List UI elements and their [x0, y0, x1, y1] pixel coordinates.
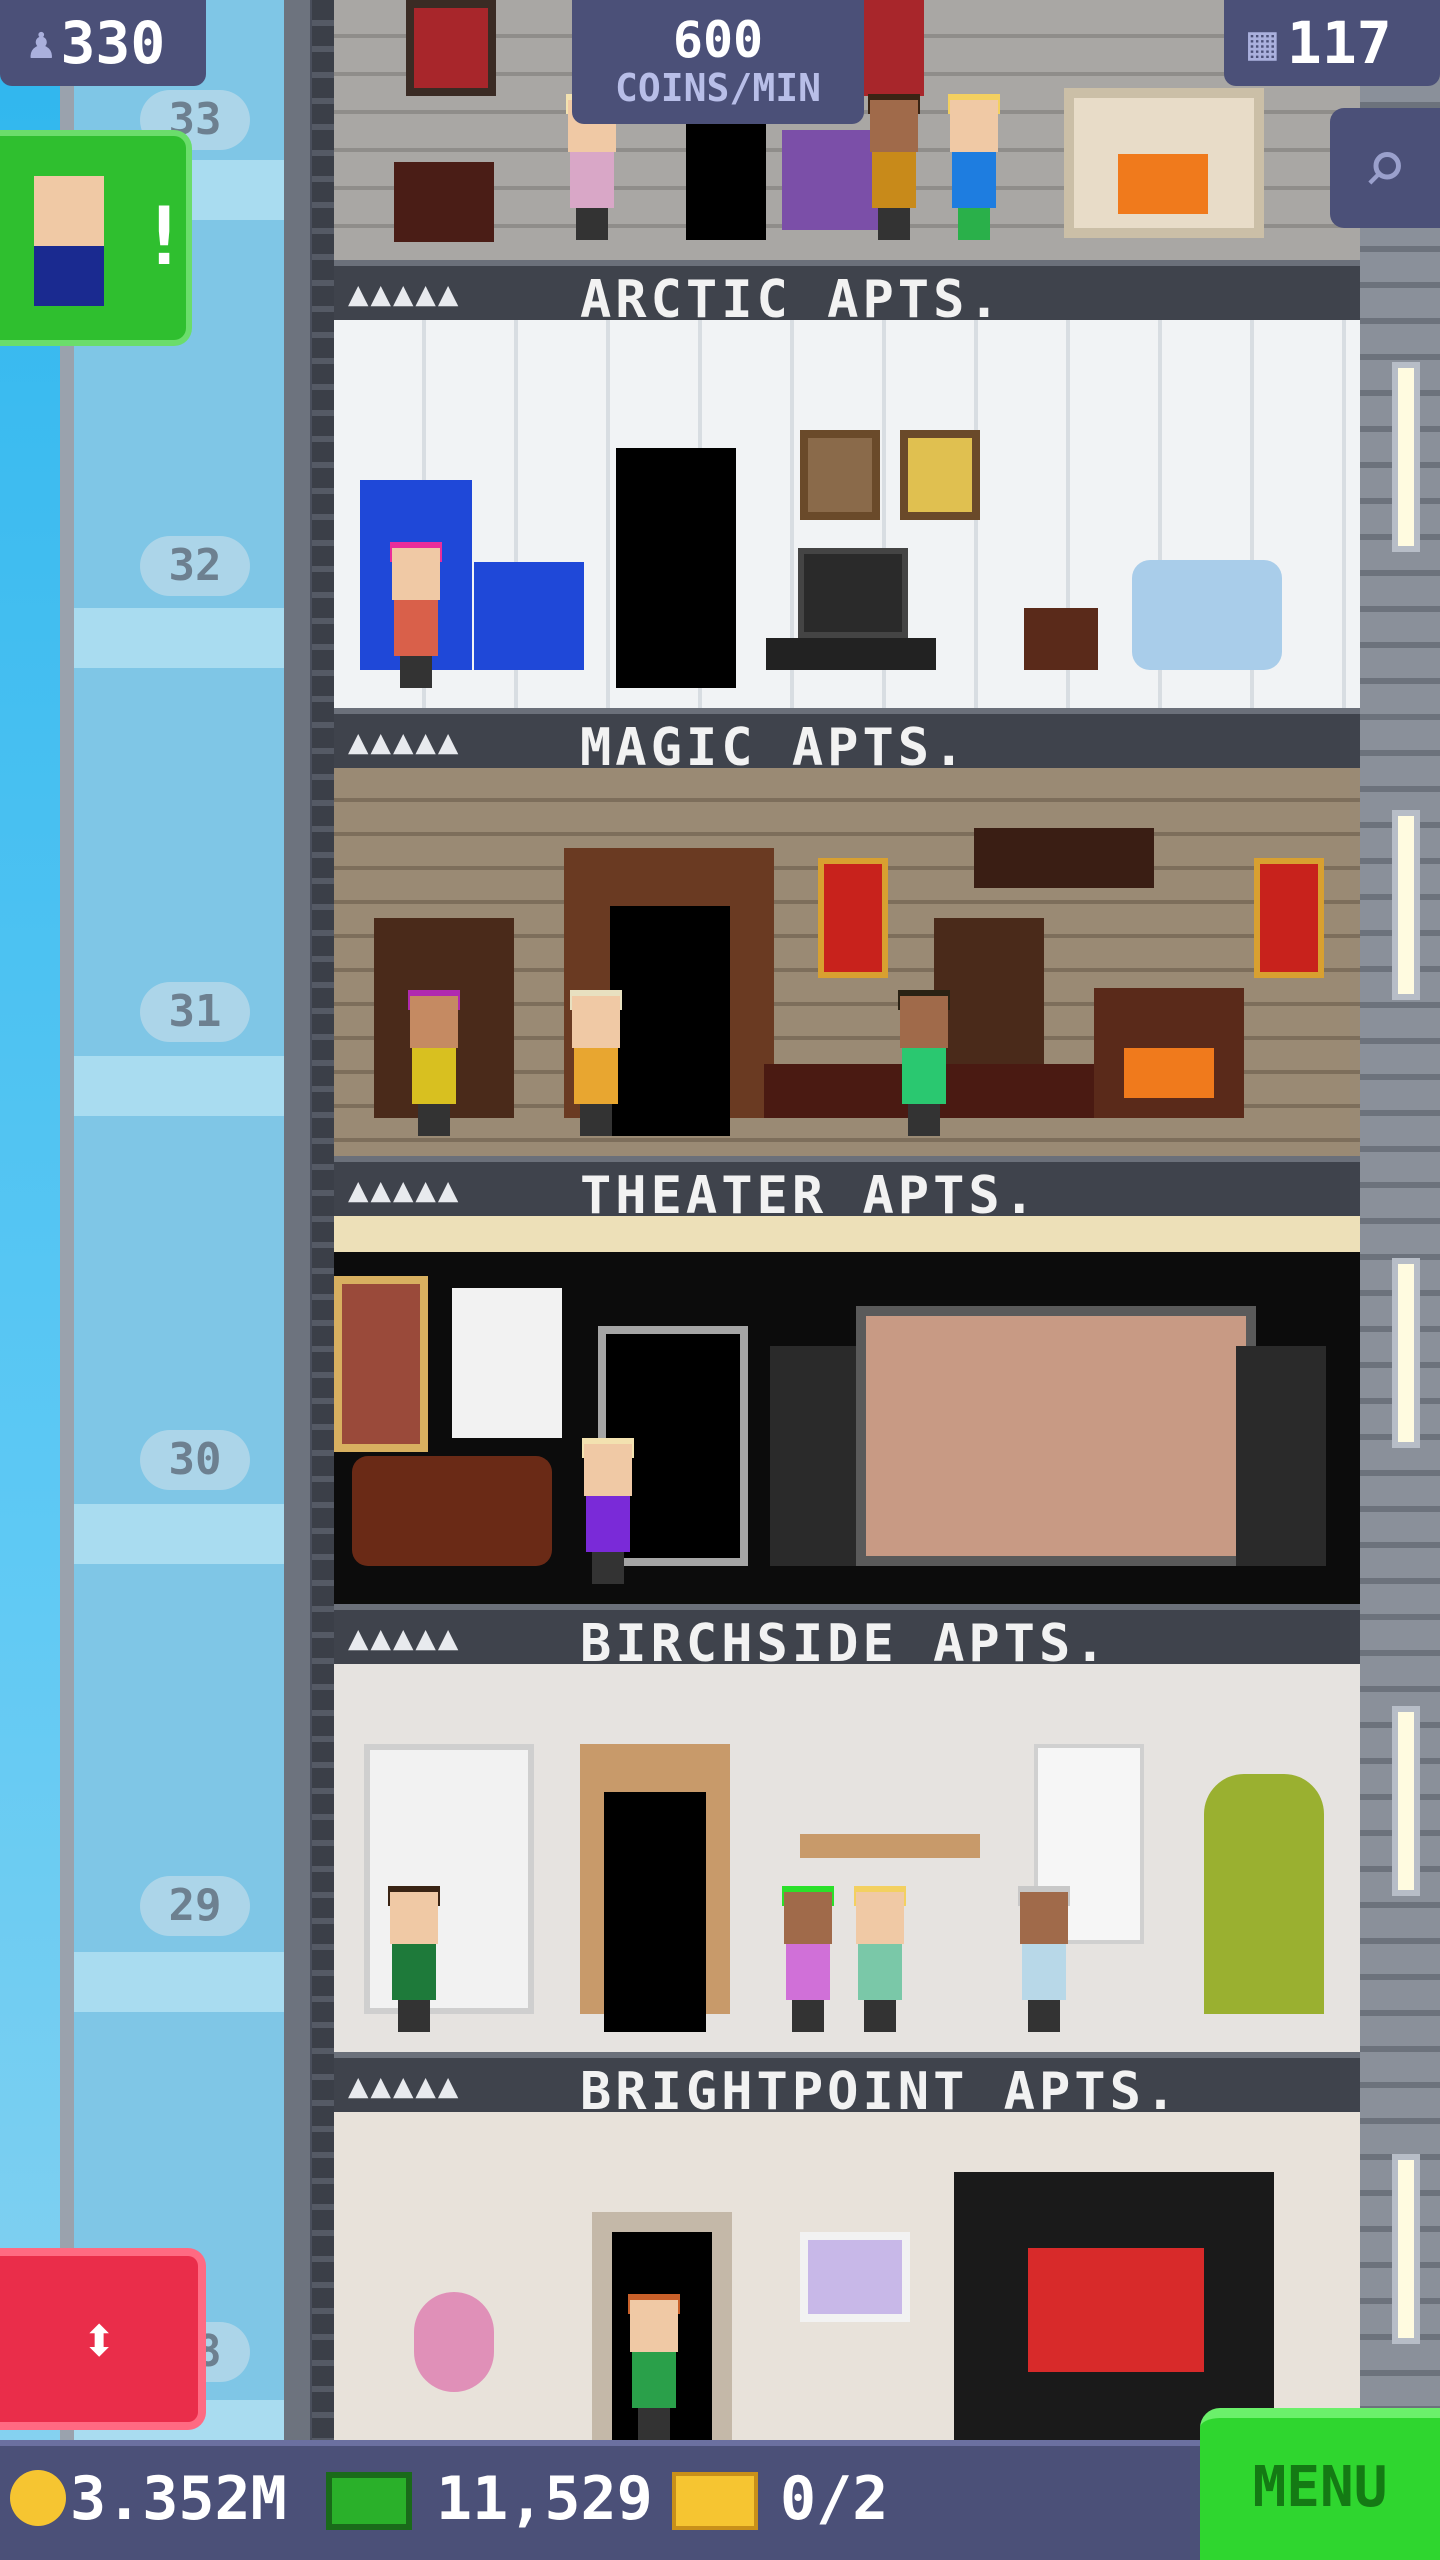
floor-number: 29: [140, 1876, 250, 1936]
wall-light: [1392, 1258, 1420, 1448]
floor-count-value: 117: [1286, 9, 1392, 77]
resident[interactable]: [944, 94, 1004, 240]
search-button[interactable]: ⌕: [1330, 108, 1440, 228]
floor-magic-apts[interactable]: ▲▲▲▲▲ MAGIC APTS.: [334, 708, 1360, 1156]
movie-poster: [334, 1276, 428, 1452]
fireplace: [1094, 988, 1244, 1118]
magnifier-icon: ⌕: [1362, 122, 1408, 211]
resident[interactable]: [404, 990, 464, 1136]
movie-poster: [452, 1288, 562, 1438]
star-rating: ▲▲▲▲▲: [348, 722, 461, 762]
notification-button[interactable]: !: [0, 130, 192, 346]
coins-value: 3.352M: [70, 2464, 287, 2534]
floor-brightpoint-apts[interactable]: ▲▲▲▲▲ BRIGHTPOINT APTS.: [334, 2052, 1360, 2440]
bux-value: 11,529: [436, 2464, 653, 2534]
wall-light: [1392, 362, 1420, 552]
resident[interactable]: [864, 94, 924, 240]
chandelier: [974, 828, 1154, 888]
speaker: [770, 1346, 860, 1566]
tickets-value: 0/2: [780, 2464, 889, 2534]
resident[interactable]: [624, 2294, 684, 2440]
floor-number: 30: [140, 1430, 250, 1490]
floor-arctic-apts[interactable]: ▲▲▲▲▲ ARCTIC APTS.: [334, 260, 1360, 708]
resident[interactable]: [778, 1886, 838, 2032]
wall-light: [1392, 1706, 1420, 1896]
coin-icon: [10, 2470, 66, 2526]
brown-sofa: [352, 1456, 552, 1566]
ceiling-track: [334, 1216, 1360, 1252]
resident[interactable]: [894, 990, 954, 1136]
room-arctic: [334, 320, 1360, 708]
floor-number: 31: [140, 982, 250, 1042]
doorway: [616, 448, 736, 688]
shaft-rail: [312, 0, 334, 2440]
person-icon: ♟: [28, 17, 55, 69]
shield-decoration: [406, 0, 496, 96]
floor-sign: ▲▲▲▲▲ BIRCHSIDE APTS.: [334, 1604, 1360, 1674]
resident[interactable]: [566, 990, 626, 1136]
banner: [1254, 858, 1324, 978]
resident[interactable]: [578, 1438, 638, 1584]
resident[interactable]: [1014, 1886, 1074, 2032]
elevator-shaft[interactable]: [60, 0, 310, 2440]
coins-rate-unit: COINS/MIN: [615, 66, 821, 110]
picture-frame: [800, 430, 880, 520]
room-brightpoint: [334, 2112, 1360, 2440]
floor-theater-apts[interactable]: ▲▲▲▲▲ THEATER APTS.: [334, 1156, 1360, 1604]
tv-stand: [766, 638, 936, 670]
shield-decoration: [864, 0, 924, 96]
coins-rate-value: 600: [672, 11, 764, 69]
population-counter[interactable]: ♟ 330: [0, 0, 206, 86]
picture-frame: [900, 430, 980, 520]
floor-birchside-apts[interactable]: ▲▲▲▲▲ BIRCHSIDE APTS.: [334, 1604, 1360, 2052]
resident-portrait: [34, 176, 104, 246]
elevator-button[interactable]: ⬍: [0, 2248, 206, 2430]
side-table: [394, 162, 494, 242]
menu-button[interactable]: MENU: [1200, 2408, 1440, 2560]
wall-light: [1392, 810, 1420, 1000]
resident[interactable]: [850, 1886, 910, 2032]
tv-monitor: [798, 548, 908, 638]
fireplace: [1064, 88, 1264, 238]
room-magic: [334, 768, 1360, 1156]
resident[interactable]: [384, 1886, 444, 2032]
floor-number: 32: [140, 536, 250, 596]
coins-rate-display: 600 COINS/MIN: [572, 0, 864, 124]
star-rating: ▲▲▲▲▲: [348, 274, 461, 314]
building-icon: ▦: [1248, 15, 1277, 71]
sky-background: [0, 0, 60, 2560]
floor-sign: ▲▲▲▲▲ THEATER APTS.: [334, 1156, 1360, 1226]
blue-stove: [474, 562, 584, 670]
floor-sign: ▲▲▲▲▲ MAGIC APTS.: [334, 708, 1360, 778]
big-screen-tv: [856, 1306, 1256, 1566]
potted-plant: [1204, 1774, 1324, 2014]
wall-shelf: [800, 1834, 980, 1858]
picture-frame: [800, 2232, 910, 2322]
star-rating: ▲▲▲▲▲: [348, 2066, 461, 2106]
star-rating: ▲▲▲▲▲: [348, 1618, 461, 1658]
floor-sign: ▲▲▲▲▲ ARCTIC APTS.: [334, 260, 1360, 330]
wall-light: [1392, 2154, 1420, 2344]
side-table: [1024, 608, 1098, 670]
room-birchside: [334, 1664, 1360, 2052]
entertainment-unit: [954, 2172, 1274, 2440]
speaker: [1236, 1346, 1326, 1566]
floor-counter[interactable]: ▦ 117: [1224, 0, 1440, 86]
room-theater: [334, 1216, 1360, 1604]
banner: [818, 858, 888, 978]
star-rating: ▲▲▲▲▲: [348, 1170, 461, 1210]
banknote-icon: [326, 2472, 412, 2530]
doorway: [604, 1792, 706, 2032]
doorway: [610, 906, 730, 1136]
up-down-arrows-icon: ⬍: [79, 2304, 119, 2378]
resident-portrait-body: [34, 246, 104, 306]
population-value: 330: [60, 9, 166, 77]
flower-vase: [414, 2292, 494, 2392]
floor-sign: ▲▲▲▲▲ BRIGHTPOINT APTS.: [334, 2052, 1360, 2122]
vip-ticket-icon: [672, 2472, 758, 2530]
resident[interactable]: [386, 542, 446, 688]
doorway: [686, 120, 766, 240]
light-blue-armchair: [1132, 560, 1282, 670]
exclamation-icon: !: [140, 190, 189, 283]
